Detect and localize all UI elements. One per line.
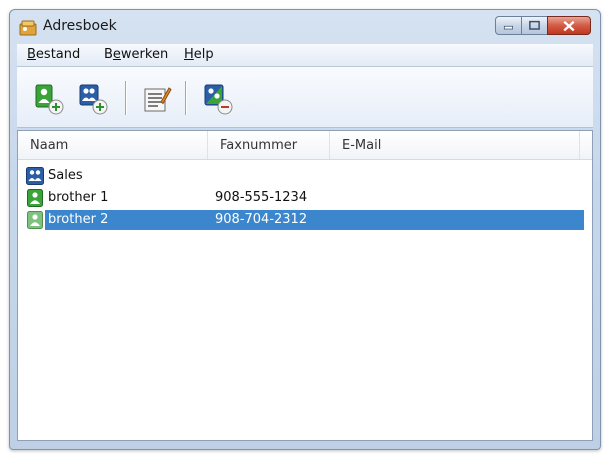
contact-icon [27, 211, 43, 229]
edit-button[interactable] [140, 82, 174, 116]
title-bar[interactable]: Adresboek [10, 10, 600, 44]
close-icon [563, 20, 575, 32]
list-item-group[interactable]: Sales [18, 165, 590, 187]
menu-help-rest: elp [193, 47, 214, 62]
group-icon [26, 167, 44, 185]
menu-bewerken-prefix: B [104, 47, 113, 62]
toolbar-separator [185, 81, 186, 115]
toolbar-separator [125, 81, 126, 115]
menu-bestand-rest: estand [35, 47, 81, 62]
menu-bar: Bestand Bewerken Help [17, 44, 593, 67]
menu-help[interactable]: Help [184, 47, 214, 62]
address-book-window: Adresboek Bestand Bewerken Help Naam Fax… [9, 9, 601, 450]
address-book-icon [19, 20, 37, 36]
group-add-icon [79, 84, 108, 115]
list-item-contact[interactable]: brother 1 908-555-1234 [18, 187, 590, 209]
minimize-button[interactable] [495, 16, 522, 35]
column-header-naam[interactable]: Naam [18, 131, 208, 159]
person-add-icon [35, 84, 64, 115]
minimize-icon [503, 25, 514, 30]
contact-name: brother 1 [48, 190, 109, 205]
contact-fax: 908-704-2312 [215, 212, 308, 227]
menu-bestand[interactable]: Bestand [27, 47, 80, 62]
contact-name: Sales [48, 168, 83, 183]
column-header-faxnummer[interactable]: Faxnummer [208, 131, 330, 159]
menu-help-mnemonic: H [184, 47, 194, 62]
maximize-icon [529, 20, 540, 30]
delete-contact-icon [204, 84, 233, 115]
window-controls [495, 16, 591, 35]
menu-bestand-mnemonic: B [27, 47, 36, 62]
edit-list-icon [144, 87, 172, 112]
menu-bewerken[interactable]: Bewerken [104, 47, 168, 62]
contact-icon [27, 189, 43, 207]
menu-bewerken-mnemonic: e [112, 47, 121, 62]
close-button[interactable] [547, 16, 591, 35]
menu-bewerken-rest: werken [120, 47, 169, 62]
maximize-button[interactable] [521, 16, 548, 35]
column-header-email[interactable]: E-Mail [330, 131, 580, 159]
window-title: Adresboek [43, 18, 117, 34]
contact-name: brother 2 [48, 212, 109, 227]
add-group-button[interactable] [76, 82, 110, 116]
selection-highlight [45, 210, 584, 230]
contact-list[interactable]: Naam Faxnummer E-Mail Sales brother 1 90… [17, 130, 593, 441]
toolbar [17, 67, 593, 128]
list-header: Naam Faxnummer E-Mail [18, 131, 592, 160]
contact-fax: 908-555-1234 [215, 190, 308, 205]
list-item-contact-selected[interactable]: brother 2 908-704-2312 [18, 209, 590, 231]
add-contact-button[interactable] [32, 82, 66, 116]
delete-button[interactable] [201, 82, 235, 116]
